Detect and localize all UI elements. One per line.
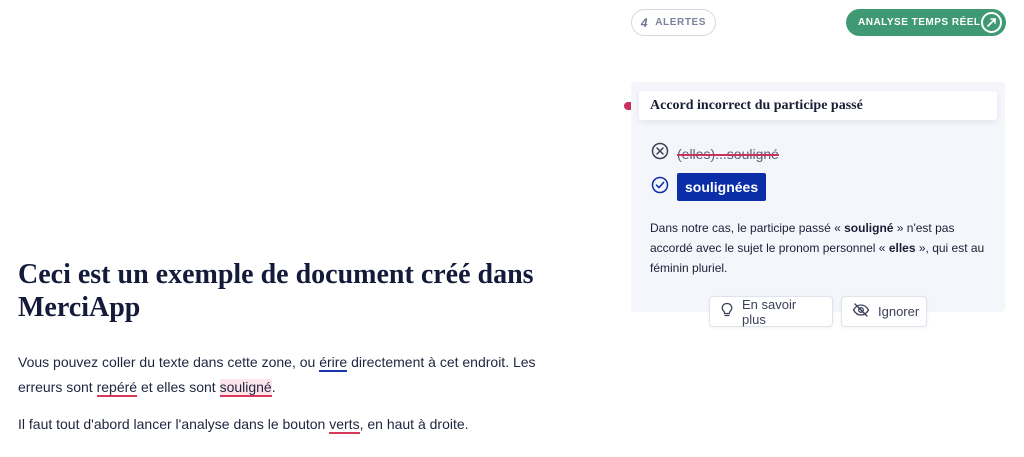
alerts-counter[interactable]: 4 ALERTES: [631, 9, 716, 36]
check-circle-icon: [651, 176, 669, 199]
alerts-count: 4: [640, 15, 649, 30]
document-paragraph-2[interactable]: Il faut tout d'abord lancer l'analyse da…: [18, 412, 538, 437]
learn-more-button[interactable]: En savoir plus: [709, 296, 833, 327]
alerts-label: ALERTES: [655, 17, 707, 28]
document-paragraph-1[interactable]: Vous pouvez coller du texte dans cette z…: [18, 350, 538, 400]
realtime-analysis-label: ANALYSE TEMPS RÉEL: [858, 17, 981, 28]
realtime-analysis-button[interactable]: ANALYSE TEMPS RÉEL: [846, 9, 1006, 36]
grammar-error-active[interactable]: souligné: [219, 379, 272, 397]
grammar-error[interactable]: repéré: [96, 379, 138, 397]
wrong-form-row: (elles)...souligné: [651, 142, 779, 165]
grammar-error[interactable]: verts: [329, 416, 360, 434]
refresh-icon: [981, 12, 1002, 33]
suggestion-button[interactable]: soulignées: [677, 173, 767, 201]
close-circle-icon: [651, 142, 669, 165]
lightbulb-icon: [720, 302, 734, 321]
document-title[interactable]: Ceci est un exemple de document créé dan…: [18, 258, 578, 324]
suggestion-row: soulignées: [651, 173, 767, 201]
correction-card-title: Accord incorrect du participe passé: [639, 91, 997, 120]
correction-card: Accord incorrect du participe passé (ell…: [631, 82, 1005, 327]
spelling-error[interactable]: érire: [319, 354, 348, 372]
ignore-label: Ignorer: [878, 304, 920, 319]
eye-off-icon: [852, 303, 870, 320]
explanation-text: Dans notre cas, le participe passé « sou…: [650, 221, 985, 275]
ignore-button[interactable]: Ignorer: [841, 296, 927, 327]
learn-more-label: En savoir plus: [742, 296, 797, 327]
wrong-form-text: (elles)...souligné: [677, 145, 779, 162]
